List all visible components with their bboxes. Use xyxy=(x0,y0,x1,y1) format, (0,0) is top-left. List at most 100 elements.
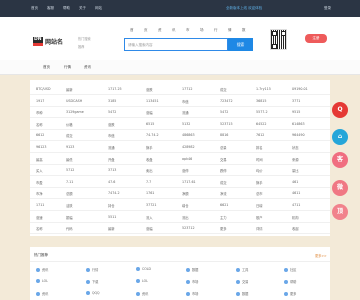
topbar-link-5[interactable]: 网站 xyxy=(95,6,102,11)
table-cell: 流出 xyxy=(182,215,189,220)
subnav-item-news[interactable]: 资讯 xyxy=(84,65,91,70)
recommend-item[interactable]: 交易 xyxy=(236,279,248,284)
topbar-promo-text[interactable]: 全新版本上线 欢迎体验 xyxy=(226,6,262,11)
register-button[interactable]: 注册 xyxy=(305,34,327,43)
table-cell: 461 xyxy=(292,179,299,184)
table-cell: 7.11 xyxy=(66,179,74,184)
recommend-item[interactable]: 社区 xyxy=(284,267,296,272)
table-cell: 代码 xyxy=(66,227,73,232)
table-cell: 更多 xyxy=(220,227,227,232)
table-cell: 市净 xyxy=(36,192,43,197)
float-top-button[interactable]: 顶 xyxy=(332,204,348,220)
recommend-item[interactable]: 行情 xyxy=(86,267,98,272)
header-nav-6[interactable]: 场 xyxy=(200,28,204,33)
table-cell: 跌停 xyxy=(220,169,227,174)
recommend-item[interactable]: QQQ xyxy=(86,291,100,295)
table-cell: 来源 xyxy=(292,157,299,162)
table-cell: 614863 xyxy=(292,121,305,126)
table-row[interactable]: 市盈 7.11 47.6 7.7 1717.61 成交 换手 461 xyxy=(30,177,330,188)
site-logo-mark[interactable]: DN xyxy=(33,37,43,46)
header-nav-9[interactable]: 数 xyxy=(242,28,246,33)
recommend-title: 热门推荐 xyxy=(34,253,48,257)
table-cell: 涨幅 xyxy=(146,227,153,232)
recommend-item[interactable]: 市场 xyxy=(186,279,198,284)
recommend-item[interactable]: 下载 xyxy=(86,279,98,284)
header-nav-2[interactable]: 页 xyxy=(144,28,148,33)
topbar-link-4[interactable]: 关于 xyxy=(79,6,86,11)
table-cell: 卖出 xyxy=(146,169,153,174)
table-row[interactable]: 6612 成交 市值 74.74.2 486863 8816 7612 964490 xyxy=(30,130,330,142)
item-icon xyxy=(236,280,240,284)
recommend-item[interactable]: 市场 xyxy=(186,291,198,296)
table-cell: 开盘 xyxy=(108,157,115,162)
table-row[interactable]: 涨速 振幅 5511 流入 流出 主力 散户 机构 xyxy=(30,212,330,223)
table-row[interactable]: 名称 代码 最新 涨幅 523712 更多 详情 收起 xyxy=(30,223,330,235)
table-cell: 净额 xyxy=(182,192,189,197)
recommend-item[interactable]: LOL xyxy=(136,279,148,283)
site-logo-name[interactable]: 网站名 xyxy=(45,37,63,46)
subnav-item-home[interactable]: 首页 xyxy=(43,65,50,70)
recommend-item[interactable]: 资讯 xyxy=(36,291,48,296)
recommend-item[interactable]: 更多 xyxy=(284,291,296,296)
topbar-link-2[interactable]: 客服 xyxy=(47,6,54,11)
item-icon xyxy=(36,268,40,272)
table-cell: 涨幅 xyxy=(146,111,153,116)
table-cell: 流通 xyxy=(108,146,115,150)
item-icon xyxy=(236,268,240,272)
recommend-item[interactable]: 数据 xyxy=(186,267,198,272)
recommend-item[interactable]: 工具 xyxy=(236,267,248,272)
float-search-button[interactable]: Q xyxy=(332,102,348,118)
item-icon xyxy=(136,292,140,296)
float-service-button[interactable]: 客 xyxy=(332,152,348,168)
float-wechat-button[interactable]: 微 xyxy=(332,180,348,196)
header-nav-3[interactable]: 资 xyxy=(158,28,162,33)
float-home-button[interactable]: ⌂ xyxy=(332,129,348,145)
table-row[interactable]: 市净 总额 7474.2 1761 净额 净流 总市 4611 xyxy=(30,188,330,200)
header-nav-5[interactable]: 市 xyxy=(186,28,190,33)
search-button[interactable]: 搜索 xyxy=(228,38,253,51)
recommend-item[interactable]: 帮助 xyxy=(284,279,296,284)
recommend-item[interactable]: COLD xyxy=(136,267,151,271)
table-cell: 交易 xyxy=(220,157,227,162)
topbar-link-3[interactable]: 帮助 xyxy=(63,6,70,11)
header-nav-7[interactable]: 行 xyxy=(214,28,218,33)
logo-subtext-2: 推荐 xyxy=(78,45,85,49)
table-cell: 名称 xyxy=(36,227,43,232)
divider xyxy=(30,261,330,262)
table-cell: 最高 xyxy=(36,157,43,162)
recommend-item-label: 资讯 xyxy=(42,292,49,296)
table-cell: 日增 xyxy=(256,204,263,208)
table-row[interactable]: 1917 USDCASH 3185 113451 市值 723472 36815 3771 xyxy=(30,96,330,107)
item-icon xyxy=(136,267,140,271)
subnav-item-quotes[interactable]: 行情 xyxy=(64,65,71,70)
recommend-item-label: 数据 xyxy=(192,268,199,272)
table-row[interactable]: 1711 活跃 持仓 37721 增仓 6621 日增 4711 xyxy=(30,200,330,211)
table-row[interactable]: 币种 3129game 5472 涨幅 流通 5472 5577.2 9515 xyxy=(30,107,330,119)
item-icon xyxy=(186,280,190,284)
table-row[interactable]: 96123 9123 流通 换手 428982 总量 排名 状态 xyxy=(30,142,330,153)
item-icon xyxy=(136,279,140,283)
table-cell: 涨跌 xyxy=(108,122,115,127)
header-nav-8[interactable]: 情 xyxy=(228,28,232,33)
table-row[interactable]: 最高 最低 开盘 收盘 apk46 交易 时间 来源 xyxy=(30,154,330,165)
top-bar: 首页 客服 帮助 关于 网站 全新版本上线 欢迎体验 登录 xyxy=(0,0,360,17)
table-cell: 523715 xyxy=(220,121,233,126)
table-cell: 36815 xyxy=(256,98,267,103)
recommend-item[interactable]: 资讯 xyxy=(36,267,48,272)
item-icon xyxy=(36,279,40,283)
header-nav-4[interactable]: 讯 xyxy=(172,28,176,33)
search-input[interactable]: 请输入搜索内容 xyxy=(124,38,228,51)
table-row[interactable]: BTC/USD 最新 1717.25 涨跌 17712 成交 1.7ry115 09190.0… xyxy=(30,84,330,95)
table-row[interactable]: 买入 5712 3713 卖出 涨停 跌停 均价 量比 xyxy=(30,165,330,177)
recommend-item[interactable]: 资讯 xyxy=(136,291,148,296)
item-icon xyxy=(236,292,240,296)
table-cell: 流入 xyxy=(146,215,153,220)
topbar-link-1[interactable]: 首页 xyxy=(31,6,38,11)
recommend-more-link[interactable]: 更多>> xyxy=(315,253,327,258)
table-cell: 总量 xyxy=(220,146,227,150)
table-row[interactable]: 名称 价格 涨跌 6515 5132 523715 64522 614863 xyxy=(30,119,330,130)
header-nav-1[interactable]: 首 xyxy=(130,28,134,33)
recommend-item[interactable]: 数据 xyxy=(236,291,248,296)
topbar-login-link[interactable]: 登录 xyxy=(324,6,331,11)
recommend-item[interactable]: LOL xyxy=(36,279,48,283)
